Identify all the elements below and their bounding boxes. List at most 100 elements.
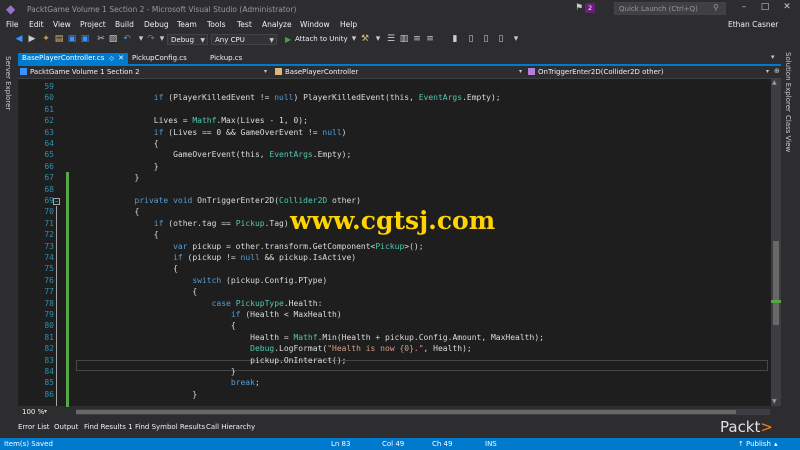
indent-icon[interactable]: ≡ <box>425 34 435 45</box>
code-text[interactable]: } <box>96 366 236 377</box>
bookmark-icon[interactable]: ▥ <box>399 34 409 45</box>
code-line[interactable]: 75 { <box>18 263 771 274</box>
code-line[interactable]: 63 if (Lives == 0 && GameOverEvent != nu… <box>18 127 771 138</box>
publish-arrow-icon[interactable]: ↑ <box>738 439 744 449</box>
forward-icon[interactable]: ▶ <box>27 34 37 45</box>
pin-icon[interactable]: ◇ <box>109 53 114 64</box>
code-line[interactable]: 59 <box>18 81 771 92</box>
code-text[interactable]: { <box>96 263 178 274</box>
menu-project[interactable]: Project <box>80 18 106 32</box>
code-text[interactable]: switch (pickup.Config.PType) <box>96 275 327 286</box>
code-line[interactable]: 73 var pickup = other.transform.GetCompo… <box>18 241 771 252</box>
unity-tools-icon[interactable]: ⚒ <box>360 34 370 45</box>
tab-pickupconfig[interactable]: PickupConfig.cs <box>128 53 206 64</box>
menu-help[interactable]: Help <box>340 18 357 32</box>
code-line[interactable]: 83 pickup.OnInteract(); <box>18 355 771 366</box>
tab-baseplayercontroller[interactable]: BasePlayerController.cs ◇ ✕ <box>18 53 128 64</box>
maximize-button[interactable]: □ <box>756 2 774 12</box>
close-tab-icon[interactable]: ✕ <box>118 53 124 64</box>
code-text[interactable]: private void OnTriggerEnter2D(Collider2D… <box>96 195 361 206</box>
code-line[interactable]: 60 if (PlayerKilledEvent != null) Player… <box>18 92 771 103</box>
code-text[interactable]: } <box>96 389 197 400</box>
menu-tools[interactable]: Tools <box>207 18 225 32</box>
back-icon[interactable]: ◀ <box>14 34 24 45</box>
chevron-down-icon[interactable]: ▾ <box>44 408 47 415</box>
code-text[interactable]: if (Health < MaxHealth) <box>96 309 342 320</box>
bookmark-clear-icon[interactable]: ▯ <box>496 34 506 45</box>
code-line[interactable]: 64 { <box>18 138 771 149</box>
code-line[interactable]: 85 break; <box>18 377 771 388</box>
cut-icon[interactable]: ✂ <box>96 34 106 45</box>
notification-flag-icon[interactable]: ⚑ <box>575 3 583 13</box>
class-view-tab[interactable]: Class View <box>784 115 792 152</box>
open-folder-icon[interactable]: ▤ <box>54 34 64 45</box>
code-line[interactable]: 61 <box>18 104 771 115</box>
code-line[interactable]: 65 GameOverEvent(this, EventArgs.Empty); <box>18 149 771 160</box>
tab-error-list[interactable]: Error List <box>18 423 50 431</box>
code-text[interactable]: GameOverEvent(this, EventArgs.Empty); <box>96 149 351 160</box>
code-line[interactable]: 81 Health = Mathf.Min(Health + pickup.Co… <box>18 332 771 343</box>
scroll-up-icon[interactable]: ▲ <box>772 79 777 86</box>
save-icon[interactable]: ▣ <box>67 34 77 45</box>
zoom-level[interactable]: 100 % <box>22 408 44 416</box>
align-icon[interactable]: ≡ <box>412 34 422 45</box>
menu-build[interactable]: Build <box>115 18 134 32</box>
code-text[interactable]: break; <box>96 377 260 388</box>
close-button[interactable]: ✕ <box>778 2 796 12</box>
collapse-icon[interactable]: − <box>53 198 60 205</box>
code-text[interactable]: } <box>96 161 159 172</box>
attach-dropdown-icon[interactable]: ▾ <box>349 34 359 45</box>
code-text[interactable]: if (pickup != null && pickup.IsActive) <box>96 252 356 263</box>
play-icon[interactable]: ▶ <box>285 34 291 45</box>
split-window-icon[interactable]: ⊕ <box>774 67 780 75</box>
platform-select[interactable]: Any CPU ▼ <box>211 34 277 45</box>
undo-icon[interactable]: ↶ <box>122 34 132 45</box>
horizontal-scrollbar-thumb[interactable] <box>76 410 736 414</box>
code-line[interactable]: 82 Debug.LogFormat("Health is now {0}.",… <box>18 343 771 354</box>
toolbar-overflow-icon[interactable]: ▾ <box>511 34 521 45</box>
code-text[interactable]: case PickupType.Health: <box>96 298 323 309</box>
member-dropdown[interactable]: OnTriggerEnter2D(Collider2D other) ▾ <box>528 66 772 78</box>
scroll-down-icon[interactable]: ▼ <box>772 398 777 405</box>
attach-to-unity-button[interactable]: Attach to Unity <box>295 34 348 45</box>
undo-dropdown-icon[interactable]: ▾ <box>136 34 146 45</box>
redo-dropdown-icon[interactable]: ▾ <box>157 34 167 45</box>
code-text[interactable]: Health = Mathf.Min(Health + pickup.Confi… <box>96 332 544 343</box>
code-line[interactable]: 76 switch (pickup.Config.PType) <box>18 275 771 286</box>
publish-dropdown-icon[interactable]: ▴ <box>774 439 778 449</box>
code-text[interactable]: Lives = Mathf.Max(Lives - 1, 0); <box>96 115 308 126</box>
step-icon[interactable]: ☰ <box>386 34 396 45</box>
server-explorer-tab[interactable]: Server Explorer <box>4 56 12 110</box>
menu-analyze[interactable]: Analyze <box>262 18 292 32</box>
code-text[interactable]: if (other.tag == Pickup.Tag) <box>96 218 289 229</box>
code-line[interactable]: 80 { <box>18 320 771 331</box>
new-project-icon[interactable]: ✦ <box>41 34 51 45</box>
code-line[interactable]: 86 } <box>18 389 771 400</box>
tab-find-symbol-results[interactable]: Find Symbol Results <box>135 423 205 431</box>
code-line[interactable]: 62 Lives = Mathf.Max(Lives - 1, 0); <box>18 115 771 126</box>
search-icon[interactable]: ⚲ <box>713 3 719 12</box>
code-line[interactable]: 67 } <box>18 172 771 183</box>
tools-dropdown-icon[interactable]: ▾ <box>373 34 383 45</box>
code-text[interactable]: { <box>96 229 159 240</box>
code-text[interactable]: { <box>96 320 236 331</box>
tab-find-results-1[interactable]: Find Results 1 <box>84 423 133 431</box>
code-line[interactable]: 69 private void OnTriggerEnter2D(Collide… <box>18 195 771 206</box>
code-text[interactable]: { <box>96 286 197 297</box>
configuration-select[interactable]: Debug ▼ <box>167 34 208 45</box>
code-line[interactable]: 66 } <box>18 161 771 172</box>
bookmark-next-icon[interactable]: ▯ <box>481 34 491 45</box>
menu-team[interactable]: Team <box>177 18 197 32</box>
save-all-icon[interactable]: ▣ <box>80 34 90 45</box>
code-text[interactable]: { <box>96 138 159 149</box>
menu-edit[interactable]: Edit <box>29 18 44 32</box>
solution-explorer-tab[interactable]: Solution Explorer <box>784 52 792 112</box>
paste-icon[interactable]: ▨ <box>108 34 118 45</box>
code-text[interactable]: Debug.LogFormat("Health is now {0}.", He… <box>96 343 472 354</box>
tab-pickup[interactable]: Pickup.cs <box>206 53 256 64</box>
menu-debug[interactable]: Debug <box>144 18 169 32</box>
class-dropdown[interactable]: BasePlayerController ▾ <box>275 66 525 78</box>
code-line[interactable]: 84 } <box>18 366 771 377</box>
bookmark-toggle-icon[interactable]: ▮ <box>450 34 460 45</box>
menu-file[interactable]: File <box>6 18 19 32</box>
